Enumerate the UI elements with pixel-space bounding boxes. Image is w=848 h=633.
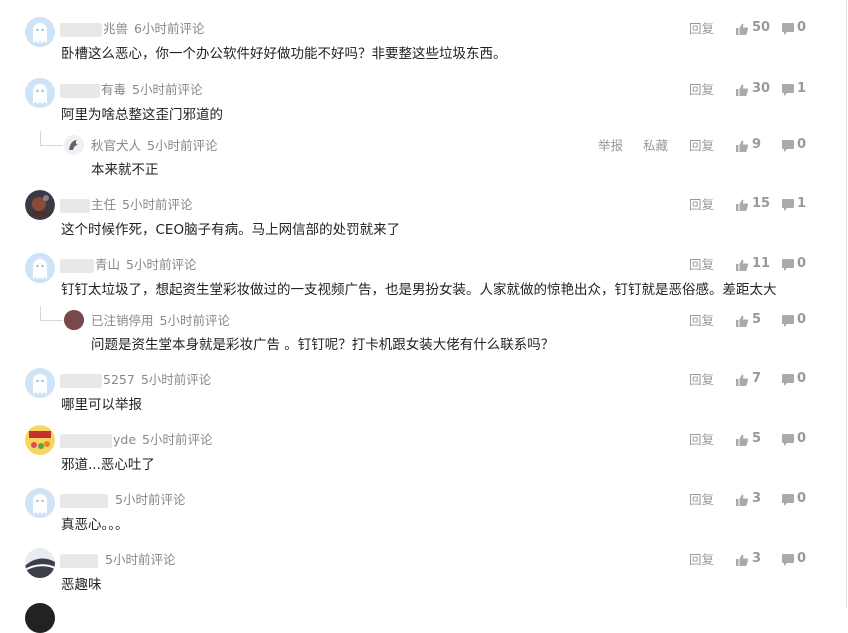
speech-bubble-icon[interactable] [782,494,794,506]
comment-text: 卧槽这么恶心，你一个办公软件好好做功能不好吗？非要整这些垃圾东西。 [61,46,507,62]
comment-text: 恶趣味 [61,577,102,593]
like-count: 3 [752,491,762,506]
like-count: 50 [752,20,771,35]
like-count: 5 [752,312,762,327]
reply-button[interactable]: 回复 [689,312,714,330]
reply-count: 0 [797,312,807,327]
speech-bubble-icon[interactable] [782,199,794,211]
private-save-button[interactable]: 私藏 [643,137,668,155]
comment-text: 本来就不正 [91,162,159,178]
reply-button[interactable]: 回复 [689,196,714,214]
like-count: 30 [752,81,771,96]
comment-text: 问题是资生堂本身就是彩妆广告 。钉钉呢？打卡机跟女装大佬有什么联系吗？ [91,337,555,353]
reply-count: 1 [797,196,807,211]
reply-button[interactable]: 回复 [689,81,714,99]
thumbs-up-icon[interactable] [736,199,748,211]
comment-text: 哪里可以举报 [61,397,142,413]
thumbs-up-icon[interactable] [736,554,748,566]
comment-text: 邪道...恶心吐了 [61,457,155,473]
speech-bubble-icon[interactable] [782,374,794,386]
reply-count: 0 [797,20,807,35]
thumbs-up-icon[interactable] [736,84,748,96]
reply-button[interactable]: 回复 [689,20,714,38]
like-count: 7 [752,371,762,386]
reply-button[interactable]: 回复 [689,431,714,449]
reply-button[interactable]: 回复 [689,137,714,155]
speech-bubble-icon[interactable] [782,434,794,446]
report-button[interactable]: 举报 [598,137,623,155]
reply-count: 0 [797,491,807,506]
like-count: 5 [752,431,762,446]
reply-button[interactable]: 回复 [689,551,714,569]
reply-count: 0 [797,431,807,446]
speech-bubble-icon[interactable] [782,554,794,566]
scroll-edge [846,0,847,608]
like-count: 3 [752,551,762,566]
thumbs-up-icon[interactable] [736,140,748,152]
thumbs-up-icon[interactable] [736,259,748,271]
thumbs-up-icon[interactable] [736,315,748,327]
thumbs-up-icon[interactable] [736,23,748,35]
like-count: 9 [752,137,762,152]
speech-bubble-icon[interactable] [782,259,794,271]
reply-button[interactable]: 回复 [689,371,714,389]
thumbs-up-icon[interactable] [736,434,748,446]
reply-count: 0 [797,256,807,271]
comment-text: 阿里为啥总整这歪门邪道的 [61,107,223,123]
reply-count: 0 [797,551,807,566]
reply-button[interactable]: 回复 [689,491,714,509]
reply-count: 1 [797,81,807,96]
reply-button[interactable]: 回复 [689,256,714,274]
speech-bubble-icon[interactable] [782,315,794,327]
comment-text: 钉钉太垃圾了，想起资生堂彩妆做过的一支视频广告，也是男扮女装。人家就做的惊艳出众… [61,282,777,298]
speech-bubble-icon[interactable] [782,23,794,35]
speech-bubble-icon[interactable] [782,140,794,152]
like-count: 15 [752,196,771,211]
speech-bubble-icon[interactable] [782,84,794,96]
reply-count: 0 [797,137,807,152]
thumbs-up-icon[interactable] [736,494,748,506]
comment-text: 真恶心。。。 [61,517,129,533]
reply-count: 0 [797,371,807,386]
like-count: 11 [752,256,771,271]
comment-text: 这个时候作死，CEO脑子有病。马上网信部的处罚就来了 [61,222,401,238]
thumbs-up-icon[interactable] [736,374,748,386]
